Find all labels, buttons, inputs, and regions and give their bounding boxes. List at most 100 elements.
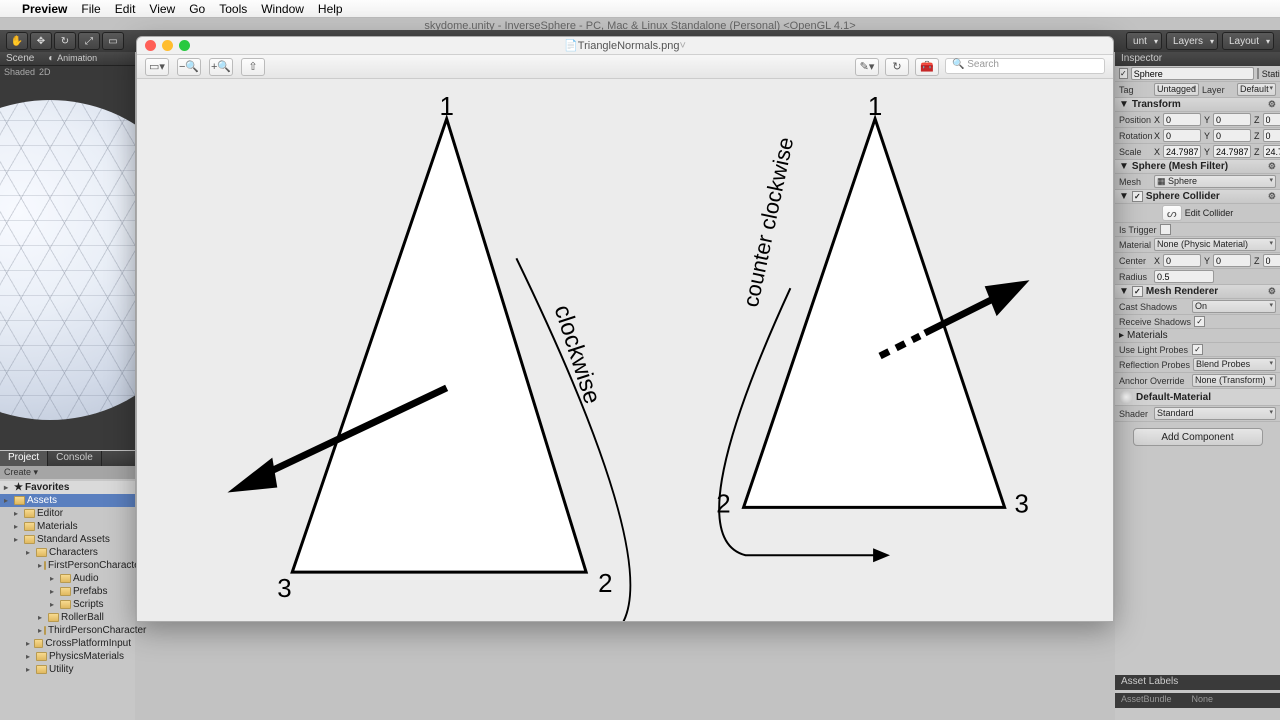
- macos-menubar: Preview File Edit View Go Tools Window H…: [0, 0, 1280, 18]
- renderer-header[interactable]: Mesh Renderer: [1146, 286, 1218, 297]
- project-tab[interactable]: Project: [0, 451, 48, 466]
- window-traffic-lights[interactable]: [145, 40, 190, 51]
- tree-item-utility[interactable]: ▸ Utility: [0, 663, 135, 676]
- rot-x[interactable]: [1163, 129, 1201, 142]
- vertex-2: 2: [598, 570, 612, 598]
- tree-item-physicsmaterials[interactable]: ▸ PhysicsMaterials: [0, 650, 135, 663]
- tree-item-materials[interactable]: ▸ Materials: [0, 520, 135, 533]
- sidebar-toggle-button[interactable]: ▭▾: [145, 58, 169, 76]
- gear-icon[interactable]: ⚙: [1268, 191, 1276, 202]
- toolbox-button[interactable]: 🧰: [915, 58, 939, 76]
- scl-x[interactable]: [1163, 145, 1201, 158]
- mesh-field[interactable]: ▦ Sphere: [1154, 175, 1276, 188]
- project-tree: ▸★ Favorites ▸ Assets▸ Editor▸ Materials…: [0, 479, 135, 678]
- materials-foldout[interactable]: Materials: [1127, 330, 1168, 341]
- material-header[interactable]: Default-Material: [1136, 392, 1211, 403]
- pos-z[interactable]: [1263, 113, 1280, 126]
- transform-header[interactable]: Transform: [1132, 99, 1181, 110]
- move-tool[interactable]: ✥: [30, 32, 52, 50]
- menu-window[interactable]: Window: [261, 2, 304, 16]
- radius-field[interactable]: [1154, 270, 1214, 283]
- app-name[interactable]: Preview: [22, 2, 67, 16]
- scene-viewport[interactable]: [0, 80, 135, 450]
- zoom-in-button[interactable]: +🔍: [209, 58, 233, 76]
- add-component-button[interactable]: Add Component: [1133, 428, 1263, 446]
- menu-file[interactable]: File: [81, 2, 100, 16]
- tag-dropdown[interactable]: Untagged: [1154, 83, 1199, 96]
- rot-z[interactable]: [1263, 129, 1280, 142]
- receive-checkbox[interactable]: ✓: [1194, 316, 1205, 327]
- inspector-panel: Inspector ✓ Static Tag Untagged Layer De…: [1115, 52, 1280, 720]
- preview-toolbar: ▭▾ −🔍 +🔍 ⇧ ✎▾ ↻ 🧰 🔍 Search: [137, 55, 1113, 79]
- rect-tool[interactable]: ▭: [102, 32, 124, 50]
- minimize-icon: [162, 40, 173, 51]
- rot-y[interactable]: [1213, 129, 1251, 142]
- scl-z[interactable]: [1263, 145, 1280, 158]
- tree-item-rollerball[interactable]: ▸ RollerBall: [0, 611, 135, 624]
- collider-header[interactable]: Sphere Collider: [1146, 191, 1220, 202]
- tree-item-assets[interactable]: ▸ Assets: [0, 494, 135, 507]
- lightprobes-checkbox[interactable]: ✓: [1192, 344, 1203, 355]
- scale-tool[interactable]: ⤢: [78, 32, 100, 50]
- gameobject-enabled-checkbox[interactable]: ✓: [1119, 68, 1128, 79]
- edit-collider-button[interactable]: ᔕ: [1162, 205, 1182, 221]
- menu-help[interactable]: Help: [318, 2, 343, 16]
- tree-item-characters[interactable]: ▸ Characters: [0, 546, 135, 559]
- tree-item-firstpersoncharacter[interactable]: ▸ FirstPersonCharacter: [0, 559, 135, 572]
- anchor-field[interactable]: None (Transform): [1192, 374, 1276, 387]
- ccw-label: counter clockwise: [738, 135, 798, 309]
- console-tab[interactable]: Console: [48, 451, 102, 466]
- pos-x[interactable]: [1163, 113, 1201, 126]
- close-icon: [145, 40, 156, 51]
- rotate-button[interactable]: ↻: [885, 58, 909, 76]
- sphere-mesh: [0, 100, 135, 420]
- tree-item-prefabs[interactable]: ▸ Prefabs: [0, 585, 135, 598]
- markup-button[interactable]: ✎▾: [855, 58, 879, 76]
- account-dropdown[interactable]: unt: [1126, 32, 1162, 50]
- create-dropdown[interactable]: Create: [4, 467, 31, 477]
- gear-icon[interactable]: ⚙: [1268, 286, 1276, 297]
- static-checkbox[interactable]: [1257, 68, 1259, 79]
- castshadows-dropdown[interactable]: On: [1192, 300, 1276, 313]
- share-button[interactable]: ⇧: [241, 58, 265, 76]
- reflprobes-dropdown[interactable]: Blend Probes: [1193, 358, 1276, 371]
- tree-item-crossplatforminput[interactable]: ▸ CrossPlatformInput: [0, 637, 135, 650]
- hand-tool[interactable]: ✋: [6, 32, 28, 50]
- assetbundle-row: AssetBundleNone: [1115, 693, 1280, 708]
- rotate-tool[interactable]: ↻: [54, 32, 76, 50]
- inspector-tab[interactable]: Inspector: [1115, 52, 1280, 66]
- zoom-out-button[interactable]: −🔍: [177, 58, 201, 76]
- search-field[interactable]: 🔍 Search: [945, 58, 1105, 74]
- menu-go[interactable]: Go: [189, 2, 205, 16]
- layer-dropdown[interactable]: Default: [1237, 83, 1276, 96]
- preview-titlebar[interactable]: 📄 TriangleNormals.png ˅: [137, 37, 1113, 55]
- tree-item-thirdpersoncharacter[interactable]: ▸ ThirdPersonCharacter: [0, 624, 135, 637]
- menu-tools[interactable]: Tools: [219, 2, 247, 16]
- tree-item-audio[interactable]: ▸ Audio: [0, 572, 135, 585]
- material-preview-icon: [1119, 390, 1133, 404]
- meshfilter-header[interactable]: Sphere (Mesh Filter): [1132, 161, 1228, 172]
- shaded-dropdown[interactable]: Shaded: [4, 67, 35, 79]
- tree-item-standard-assets[interactable]: ▸ Standard Assets: [0, 533, 135, 546]
- svg-text:1: 1: [868, 93, 882, 121]
- physmat-field[interactable]: None (Physic Material): [1154, 238, 1276, 251]
- tree-item-editor[interactable]: ▸ Editor: [0, 507, 135, 520]
- preview-title: TriangleNormals.png: [578, 40, 680, 52]
- 2d-toggle[interactable]: 2D: [39, 67, 51, 79]
- preview-canvas[interactable]: 1 2 3 clockwise 1 2 3 counter clockwise: [137, 79, 1113, 621]
- layout-dropdown[interactable]: Layout: [1222, 32, 1274, 50]
- gear-icon[interactable]: ⚙: [1268, 161, 1276, 172]
- favorites-row[interactable]: ▸★ Favorites: [0, 481, 135, 494]
- pos-y[interactable]: [1213, 113, 1251, 126]
- menu-view[interactable]: View: [149, 2, 175, 16]
- menu-edit[interactable]: Edit: [115, 2, 136, 16]
- gameobject-name-input[interactable]: [1131, 67, 1254, 80]
- scl-y[interactable]: [1213, 145, 1251, 158]
- tree-item-scripts[interactable]: ▸ Scripts: [0, 598, 135, 611]
- layers-dropdown[interactable]: Layers: [1166, 32, 1218, 50]
- istrigger-checkbox[interactable]: [1160, 224, 1171, 235]
- gear-icon[interactable]: ⚙: [1268, 99, 1276, 110]
- scene-tab[interactable]: Scene ◐ Animation: [0, 52, 135, 66]
- static-label: Static: [1262, 69, 1280, 79]
- shader-dropdown[interactable]: Standard: [1154, 407, 1276, 420]
